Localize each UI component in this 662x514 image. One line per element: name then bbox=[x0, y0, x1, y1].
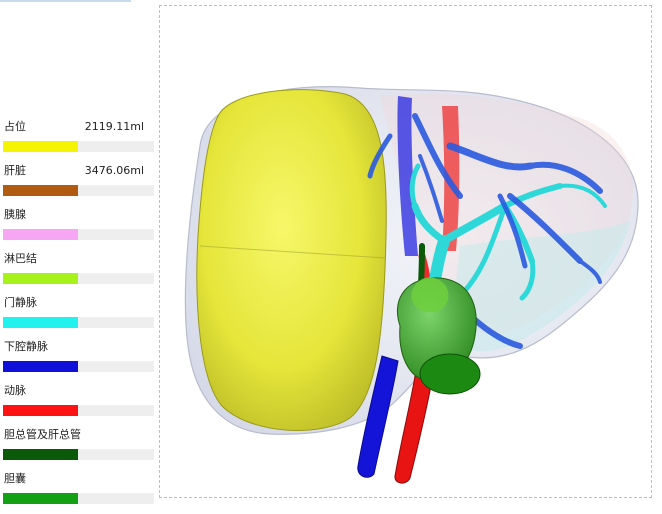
legend-item-lymph-node[interactable]: 淋巴结 bbox=[0, 250, 157, 294]
legend-bar-track bbox=[3, 141, 154, 152]
legend-item-gallbladder[interactable]: 胆囊 bbox=[0, 470, 157, 514]
legend-item-tumor[interactable]: 占位 2119.11ml bbox=[0, 118, 157, 162]
legend-bar-track bbox=[3, 317, 154, 328]
legend-item-bile-duct[interactable]: 胆总管及肝总管 bbox=[0, 426, 157, 470]
gallbladder-lower-lobe bbox=[419, 353, 481, 395]
legend-color-swatch bbox=[3, 493, 78, 504]
legend-label: 门静脉 bbox=[4, 296, 37, 309]
legend-label: 下腔静脉 bbox=[4, 340, 48, 353]
legend-label: 肝脏 bbox=[4, 164, 26, 177]
legend-label: 淋巴结 bbox=[4, 252, 37, 265]
legend-color-swatch bbox=[3, 449, 78, 460]
legend-item-portal-vein[interactable]: 门静脉 bbox=[0, 294, 157, 338]
legend-bar-track bbox=[3, 185, 154, 196]
legend-color-swatch bbox=[3, 361, 78, 372]
organ-legend: 占位 2119.11ml 肝脏 3476.06ml 胰腺 淋巴结 门静脉 下腔静… bbox=[0, 118, 157, 514]
legend-bar-track bbox=[3, 273, 154, 284]
legend-item-ivc[interactable]: 下腔静脉 bbox=[0, 338, 157, 382]
legend-bar-track bbox=[3, 449, 154, 460]
legend-label: 动脉 bbox=[4, 384, 26, 397]
tumor-mass bbox=[196, 89, 387, 431]
legend-bar-track bbox=[3, 405, 154, 416]
liver-3d-render bbox=[184, 86, 639, 484]
legend-color-swatch bbox=[3, 141, 78, 152]
panel-header-rule bbox=[0, 0, 131, 2]
legend-item-liver[interactable]: 肝脏 3476.06ml bbox=[0, 162, 157, 206]
legend-color-swatch bbox=[3, 405, 78, 416]
legend-color-swatch bbox=[3, 317, 78, 328]
legend-label: 胆总管及肝总管 bbox=[4, 428, 81, 441]
legend-label: 胆囊 bbox=[4, 472, 26, 485]
legend-bar-track bbox=[3, 493, 154, 504]
legend-volume: 2119.11ml bbox=[84, 120, 144, 133]
3d-model-viewport[interactable] bbox=[159, 5, 652, 498]
legend-item-pancreas[interactable]: 胰腺 bbox=[0, 206, 157, 250]
legend-label: 占位 bbox=[4, 120, 26, 133]
legend-color-swatch bbox=[3, 229, 78, 240]
legend-label: 胰腺 bbox=[4, 208, 26, 221]
legend-volume: 3476.06ml bbox=[84, 164, 144, 177]
legend-item-artery[interactable]: 动脉 bbox=[0, 382, 157, 426]
legend-bar-track bbox=[3, 229, 154, 240]
legend-color-swatch bbox=[3, 273, 78, 284]
legend-color-swatch bbox=[3, 185, 78, 196]
legend-bar-track bbox=[3, 361, 154, 372]
